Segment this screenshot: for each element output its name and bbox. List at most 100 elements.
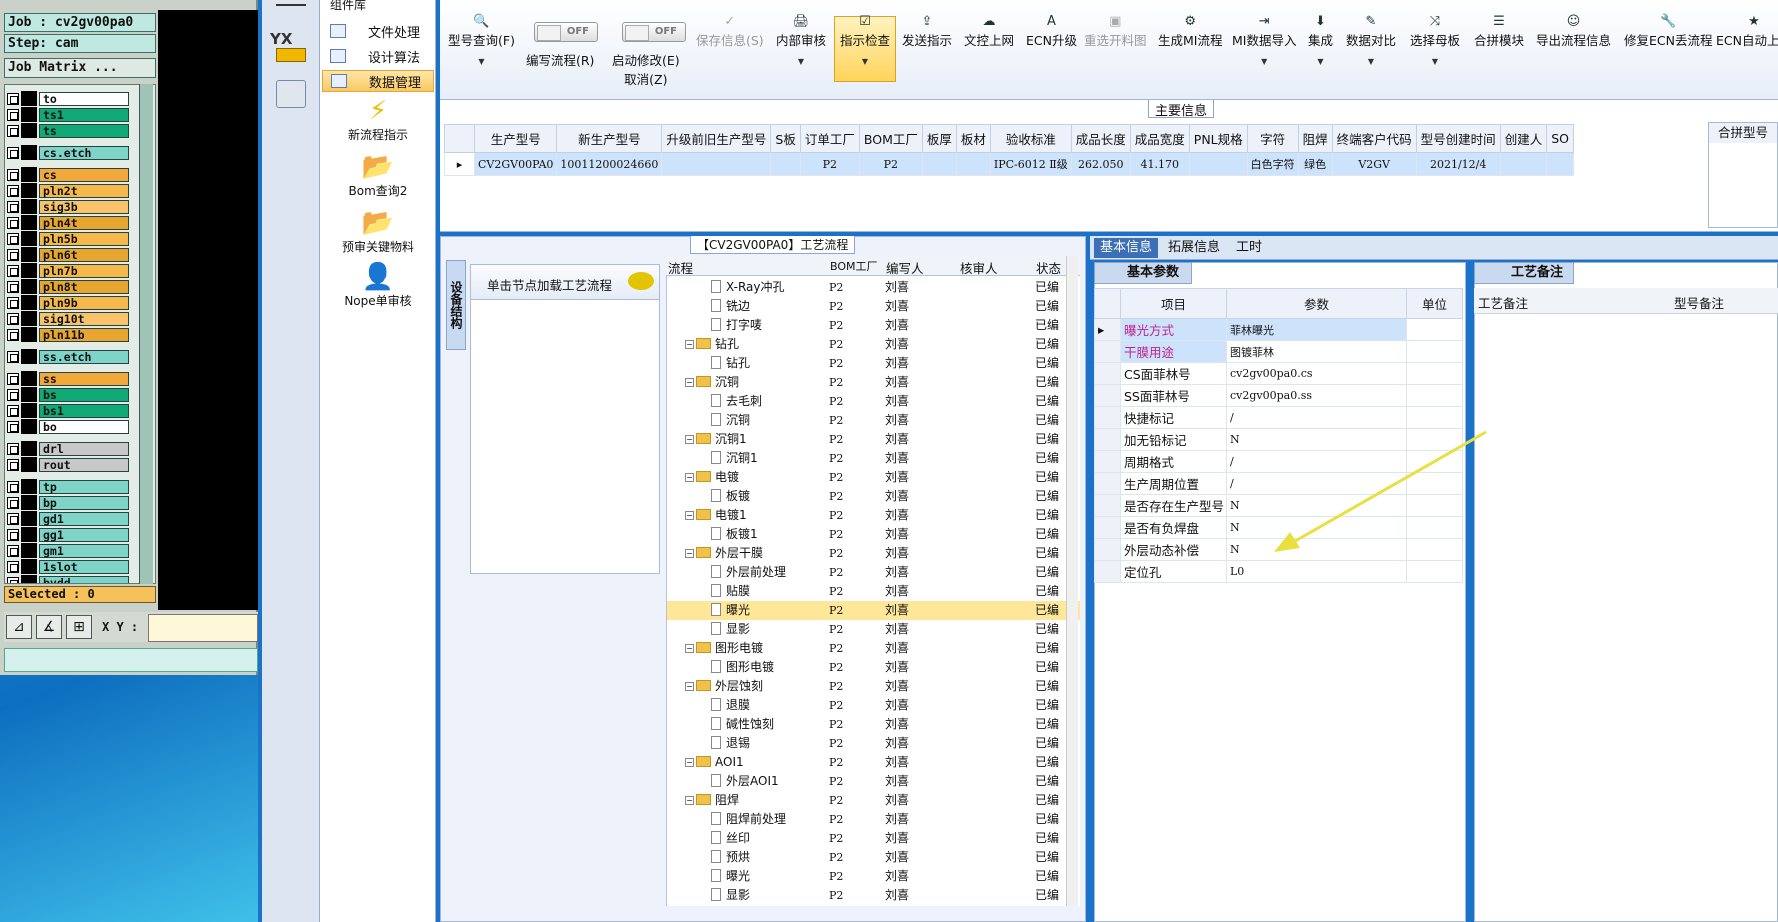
layer-checkbox[interactable] <box>7 404 19 417</box>
layer-checkbox[interactable] <box>7 350 19 363</box>
layer-row[interactable]: pln11b <box>7 327 129 342</box>
layer-checkbox[interactable] <box>7 248 19 261</box>
process-row[interactable]: − 电镀 P2 刘喜 已编 <box>667 468 1080 487</box>
ribbon-button-4[interactable]: 🖨 内部审核 ▼ <box>776 14 826 66</box>
collapse-icon[interactable]: − <box>685 435 694 444</box>
layer-checkbox[interactable] <box>7 108 19 121</box>
ribbon-button-17[interactable]: 🔧 修复ECN丢流程 <box>1624 14 1712 49</box>
process-row[interactable]: 阻焊前处理 P2 刘喜 已编 <box>667 810 1080 829</box>
grid-tool-icon[interactable]: ⊞ <box>66 615 92 639</box>
layer-row[interactable]: bo <box>7 419 129 434</box>
layer-checkbox[interactable] <box>7 528 19 541</box>
process-row[interactable]: − 外层蚀刻 P2 刘喜 已编 <box>667 677 1080 696</box>
ribbon-button-15[interactable]: ☰ 合拼模块 <box>1474 14 1524 49</box>
layer-checkbox[interactable] <box>7 92 19 105</box>
pre-review-material-item[interactable]: 📂 预审关键物料 <box>320 208 436 255</box>
process-row[interactable]: 贴膜 P2 刘喜 已编 <box>667 582 1080 601</box>
layer-row[interactable]: pln7b <box>7 263 129 278</box>
snap-tool-icon[interactable]: ⊿ <box>6 615 32 639</box>
process-row[interactable]: 显影 P2 刘喜 已编 <box>667 886 1080 905</box>
ribbon-button-1[interactable]: OFF 编写流程(R) <box>526 14 598 69</box>
layer-checkbox[interactable] <box>7 296 19 309</box>
cam-graphic-view[interactable] <box>158 10 258 610</box>
layer-row[interactable]: pln4t <box>7 215 129 230</box>
layer-row[interactable]: 1slot <box>7 559 129 574</box>
new-flow-instruction-item[interactable]: ⚡ 新流程指示 <box>320 96 436 143</box>
layer-row[interactable]: ss <box>7 371 129 386</box>
process-row[interactable]: − 沉铜 P2 刘喜 已编 <box>667 373 1080 392</box>
process-row[interactable]: − AOI1 P2 刘喜 已编 <box>667 753 1080 772</box>
off-toggle[interactable]: OFF <box>622 22 686 42</box>
param-row[interactable]: SS面菲林号 cv2gv00pa0.ss <box>1094 384 1463 407</box>
ribbon-button-0[interactable]: 🔍 型号查询(F) ▼ <box>448 14 515 66</box>
layer-checkbox[interactable] <box>7 512 19 525</box>
ribbon-button-16[interactable]: ☺ 导出流程信息 <box>1536 14 1611 49</box>
collapse-icon[interactable]: − <box>685 682 694 691</box>
param-row[interactable]: 定位孔 L0 <box>1094 560 1463 583</box>
main-cell[interactable] <box>1499 152 1548 176</box>
layer-row[interactable]: sig3b <box>7 199 129 214</box>
tab-basic-info[interactable]: 基本信息 <box>1094 238 1159 258</box>
main-cell[interactable] <box>1188 152 1248 176</box>
main-cell[interactable] <box>1546 152 1574 176</box>
param-row[interactable]: 快捷标记 / <box>1094 406 1463 429</box>
ribbon-button-18[interactable]: ★ ECN自动上网 <box>1716 14 1778 49</box>
layer-checkbox[interactable] <box>7 280 19 293</box>
layer-checkbox[interactable] <box>7 200 19 213</box>
process-grid-scrollbar[interactable] <box>1066 256 1078 906</box>
layer-checkbox[interactable] <box>7 442 19 455</box>
layer-row[interactable]: tp <box>7 479 129 494</box>
tab-work-hours[interactable]: 工时 <box>1230 238 1268 258</box>
layer-row[interactable]: bs <box>7 387 129 402</box>
job-matrix-button[interactable]: Job Matrix ... <box>4 58 156 78</box>
process-row[interactable]: 曝光 P2 刘喜 已编 <box>667 601 1080 620</box>
layer-checkbox[interactable] <box>7 216 19 229</box>
layer-checkbox[interactable] <box>7 264 19 277</box>
layer-row[interactable]: pln2t <box>7 183 129 198</box>
layer-row[interactable]: cs.etch <box>7 145 129 160</box>
ribbon-button-10[interactable]: ⚙ 生成MI流程 <box>1158 14 1222 49</box>
process-row[interactable]: 退膜 P2 刘喜 已编 <box>667 696 1080 715</box>
layer-row[interactable]: cs <box>7 167 129 182</box>
collapse-icon[interactable]: − <box>685 758 694 767</box>
layer-row[interactable]: ss.etch <box>7 349 129 364</box>
process-row[interactable]: 丝印 P2 刘喜 已编 <box>667 829 1080 848</box>
collapse-icon[interactable]: − <box>685 644 694 653</box>
main-cell[interactable]: V2GV <box>1331 152 1417 176</box>
layer-checkbox[interactable] <box>7 480 19 493</box>
process-row[interactable]: 铣边 P2 刘喜 已编 <box>667 297 1080 316</box>
calculator-icon[interactable] <box>276 80 306 108</box>
layer-checkbox[interactable] <box>7 560 19 573</box>
process-row[interactable]: 预烘 P2 刘喜 已编 <box>667 848 1080 867</box>
main-cell[interactable]: 10011200024660 <box>556 152 663 176</box>
nope-review-item[interactable]: 👤 Nope单审核 <box>320 262 436 309</box>
collapse-icon[interactable]: − <box>685 378 694 387</box>
param-row[interactable]: CS面菲林号 cv2gv00pa0.cs <box>1094 362 1463 385</box>
xy-input[interactable] <box>148 614 258 642</box>
process-row[interactable]: − 图形电镀 P2 刘喜 已编 <box>667 639 1080 658</box>
collapse-icon[interactable]: − <box>685 511 694 520</box>
ribbon-button-2[interactable]: OFF 启动修改(E) 取消(Z) <box>612 14 686 88</box>
layer-checkbox[interactable] <box>7 458 19 471</box>
layer-row[interactable]: pln5b <box>7 231 129 246</box>
layer-checkbox[interactable] <box>7 328 19 341</box>
nav-data-management[interactable]: 数据管理 <box>322 70 434 92</box>
measure-tool-icon[interactable]: ∡ <box>36 615 62 639</box>
tab-extended-info[interactable]: 拓展信息 <box>1162 238 1226 258</box>
collapse-icon[interactable]: − <box>685 340 694 349</box>
layer-row[interactable]: gm1 <box>7 543 129 558</box>
process-row[interactable]: 退锡 P2 刘喜 已编 <box>667 734 1080 753</box>
chat-bubble-icon[interactable] <box>628 272 654 290</box>
ribbon-button-14[interactable]: ⤨ 选择母板 ▼ <box>1410 14 1460 66</box>
off-toggle[interactable]: OFF <box>534 22 598 42</box>
process-row[interactable]: 外层AOI1 P2 刘喜 已编 <box>667 772 1080 791</box>
layer-row[interactable]: bp <box>7 495 129 510</box>
main-cell[interactable]: CV2GV00PA0 <box>473 152 558 176</box>
layer-checkbox[interactable] <box>7 372 19 385</box>
equipment-structure-tab[interactable]: 设备结构 <box>446 260 466 350</box>
param-value[interactable]: 菲林曝光 <box>1226 318 1407 341</box>
layer-row[interactable]: pln9b <box>7 295 129 310</box>
process-row[interactable]: − 钻孔 P2 刘喜 已编 <box>667 335 1080 354</box>
ribbon-button-8[interactable]: A ECN升级 <box>1026 14 1077 49</box>
ribbon-button-12[interactable]: ⬇ 集成 ▼ <box>1308 14 1333 66</box>
